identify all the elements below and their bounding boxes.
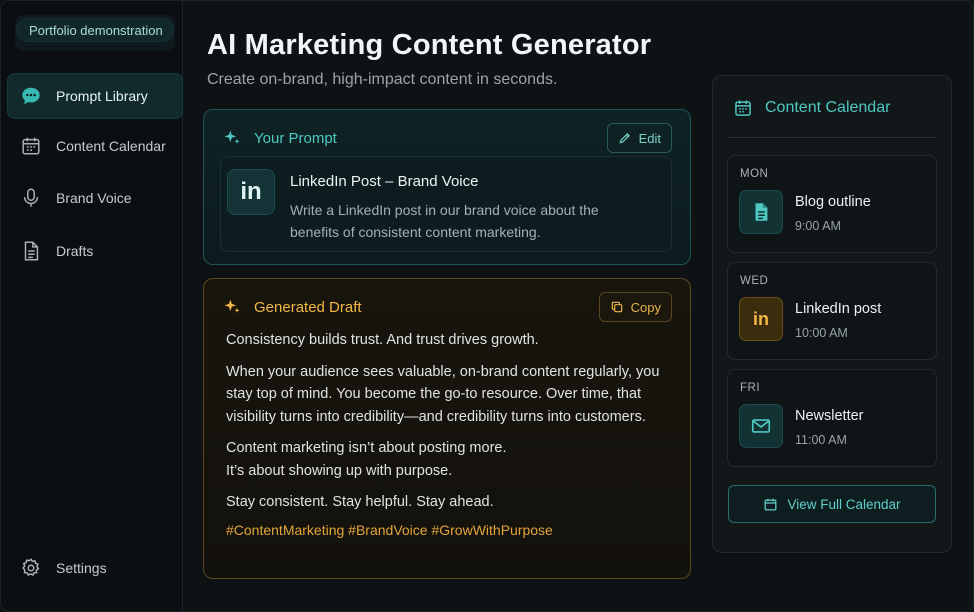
calendar-panel-header: Content Calendar [733, 98, 890, 118]
prompt-name: LinkedIn Post – Brand Voice [290, 173, 479, 190]
calendar-item-time: 11:00 AM [795, 433, 847, 447]
view-full-calendar-button[interactable]: View Full Calendar [728, 485, 936, 523]
calendar-item-time: 10:00 AM [795, 326, 848, 340]
sparkle-icon [222, 297, 242, 317]
calendar-panel-title: Content Calendar [765, 99, 891, 116]
edit-button[interactable]: Edit [606, 123, 672, 153]
draft-card-title: Generated Draft [254, 298, 362, 316]
copy-button[interactable]: Copy [598, 292, 672, 322]
gear-icon [20, 557, 42, 579]
sidebar-item-brand-voice[interactable]: Brand Voice [7, 175, 183, 221]
mail-icon [739, 404, 783, 448]
document-icon [20, 240, 42, 262]
prompt-description: Write a LinkedIn post in our brand voice… [290, 202, 599, 240]
view-full-calendar-label: View Full Calendar [787, 496, 901, 512]
calendar-day: WED [740, 275, 769, 287]
calendar-item-title: Blog outline [795, 194, 871, 210]
sidebar-item-prompt-library[interactable]: Prompt Library [7, 73, 183, 119]
calendar-day: FRI [740, 382, 761, 394]
linkedin-icon: in [227, 169, 275, 215]
draft-card: Generated Draft Copy Consistency builds … [203, 278, 691, 579]
edit-button-label: Edit [638, 130, 661, 146]
sidebar-item-drafts[interactable]: Drafts [7, 228, 183, 274]
sidebar-item-label: Content Calendar [56, 138, 166, 154]
calendar-icon [763, 497, 778, 512]
draft-paragraph: Consistency builds trust. And trust driv… [226, 332, 539, 348]
draft-card-header: Generated Draft [222, 297, 362, 317]
page-subtitle: Create on-brand, high-impact content in … [207, 71, 558, 88]
hashtags: #ContentMarketing #BrandVoice #GrowWithP… [226, 521, 553, 538]
sidebar-item-label: Prompt Library [56, 88, 148, 104]
copy-icon [610, 300, 624, 314]
prompt-card-header: Your Prompt [222, 128, 337, 148]
calendar-day: MON [740, 168, 769, 180]
copy-button-label: Copy [630, 299, 661, 315]
calendar-item[interactable]: FRI Newsletter 11:00 AM [727, 369, 937, 467]
chat-bubble-icon [20, 85, 42, 107]
draft-paragraph: Content marketing isn’t about posting mo… [226, 440, 507, 479]
sidebar: Portfolio demonstration Prompt Library C… [1, 1, 183, 611]
calendar-icon [733, 98, 753, 118]
document-icon [739, 190, 783, 234]
prompt-card: Your Prompt Edit in LinkedIn Post – Bran… [203, 109, 691, 265]
linkedin-glyph: in [753, 308, 769, 329]
draft-text: Consistency builds trust. And trust driv… [226, 329, 666, 541]
calendar-item-time: 9:00 AM [795, 219, 841, 233]
sidebar-item-label: Brand Voice [56, 190, 132, 206]
divider [727, 137, 937, 138]
prompt-card-title: Your Prompt [254, 129, 337, 147]
draft-paragraph: Stay consistent. Stay helpful. Stay ahea… [226, 494, 494, 510]
sparkle-icon [222, 128, 242, 148]
microphone-icon [20, 187, 42, 209]
app-window: Portfolio demonstration Prompt Library C… [0, 0, 974, 612]
sidebar-item-content-calendar[interactable]: Content Calendar [7, 123, 183, 169]
calendar-item-title: Newsletter [795, 408, 864, 424]
calendar-item-title: LinkedIn post [795, 301, 882, 317]
page-title: AI Marketing Content Generator [207, 29, 652, 61]
calendar-item[interactable]: MON Blog outline 9:00 AM [727, 155, 937, 253]
content-calendar-panel: Content Calendar MON Blog outline 9:00 A… [712, 75, 952, 553]
calendar-icon [20, 135, 42, 157]
prompt-template[interactable]: in LinkedIn Post – Brand Voice Write a L… [220, 156, 672, 252]
draft-paragraph: When your audience sees valuable, on-bra… [226, 363, 660, 425]
pencil-icon [618, 131, 632, 145]
sidebar-item-label: Drafts [56, 243, 94, 259]
linkedin-icon: in [739, 297, 783, 341]
calendar-item[interactable]: WED in LinkedIn post 10:00 AM [727, 262, 937, 360]
sidebar-item-settings[interactable]: Settings [7, 545, 183, 591]
portfolio-badge: Portfolio demonstration [16, 18, 174, 42]
sidebar-item-label: Settings [56, 560, 107, 576]
